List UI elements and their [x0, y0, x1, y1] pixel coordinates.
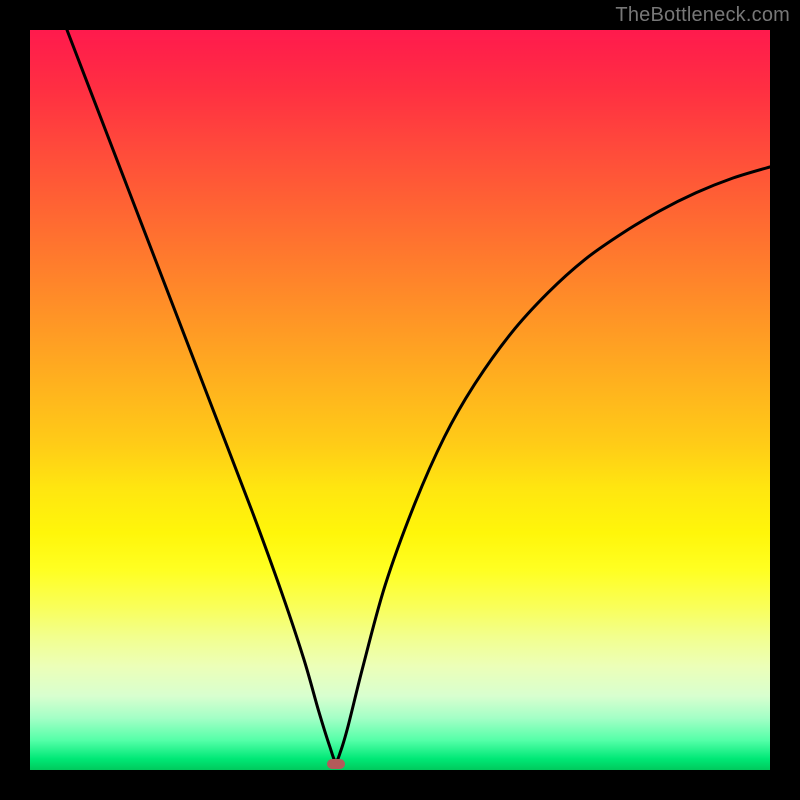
watermark-text: TheBottleneck.com [615, 4, 790, 27]
plot-area [30, 30, 770, 770]
curve-layer [30, 30, 770, 770]
chart-frame: TheBottleneck.com [0, 0, 800, 800]
bottleneck-curve-path [67, 30, 770, 761]
optimum-marker [327, 759, 345, 769]
